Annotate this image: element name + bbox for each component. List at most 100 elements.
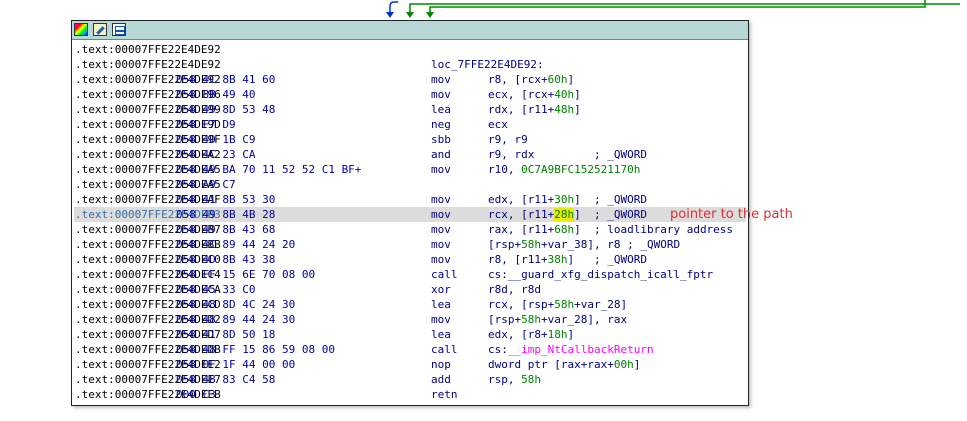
line-operands: r9, rdx ; _QWORD [488, 147, 647, 162]
operand-part: +var_28] [574, 298, 628, 311]
line-mnemonic: mov [431, 88, 451, 101]
line-mnemonic: lea [431, 328, 451, 341]
operand-part: edx, [r8+ [488, 328, 548, 341]
operand-part: ] [567, 328, 575, 341]
operand-part: ecx, [rcx+ [488, 88, 555, 101]
operand-part: ] ; _QWORD [574, 208, 647, 221]
line-operands: ecx, [rcx+40h] [488, 87, 581, 102]
line-bytes: 058 49 8B 4B 28 [176, 208, 276, 221]
operand-part: dword ptr [rax+rax+ [488, 358, 614, 371]
graph-icon[interactable] [112, 23, 126, 36]
operand-part: r8, [r11+ [488, 253, 548, 266]
line-mnemonic: mov [431, 313, 451, 326]
code-line[interactable]: .text:00007FFE22E4DEA5 058 A9 C7 [74, 177, 746, 192]
line-bytes: 058 4D 1B C9 [176, 133, 256, 146]
line-operands: r8d, r8d [488, 282, 541, 297]
code-line[interactable]: .text:00007FFE22E4DEEB 000 C3 retn [74, 387, 746, 402]
code-line[interactable]: .text:00007FFE22E4DED7 058 41 8D 50 18 lea… [74, 327, 746, 342]
operand-part: ] ; loadlibrary address [574, 223, 734, 236]
line-mnemonic: and [431, 148, 451, 161]
line-operands: rcx, [rsp+58h+var_28] [488, 297, 627, 312]
operand-part: r9, rdx ; _QWORD [488, 148, 647, 161]
code-line[interactable]: .text:00007FFE22E4DEA5 058 49 BA 70 11 52… [74, 162, 746, 177]
operand-part: 68h [554, 223, 575, 236]
code-line[interactable]: .text:00007FFE22E4DEC0 058 4D 8B 43 38 mov… [74, 252, 746, 267]
line-mnemonic: mov [431, 208, 451, 221]
operand-part: cs: [488, 343, 508, 356]
code-line[interactable]: .text:00007FFE22E4DEA2 058 4C 23 CA and r9,… [74, 147, 746, 162]
code-line[interactable]: .text:00007FFE22E4DE9F 058 4D 1B C9 sbb r9,… [74, 132, 746, 147]
line-mnemonic: mov [431, 238, 451, 251]
line-bytes: 058 4D 8B 43 38 [176, 253, 276, 266]
operand-part: r9, r9 [488, 133, 528, 146]
operand-part: 18h [547, 328, 568, 341]
operand-part: 30h [554, 193, 575, 206]
operand-part: ] ; _QWORD [574, 193, 647, 206]
operand-part: 48h [554, 103, 575, 116]
code-line[interactable]: .text:00007FFE22E4DECA 058 45 33 C0 xor r8d… [74, 282, 746, 297]
line-operands: r8, [r11+38h] ; _QWORD [488, 252, 647, 267]
code-line[interactable]: .text:00007FFE22E4DEBB 058 4C 89 44 24 20… [74, 237, 746, 252]
line-bytes: 058 45 33 C0 [176, 283, 256, 296]
line-bytes: 058 48 83 C4 58 [176, 373, 276, 386]
line-mnemonic: call [431, 268, 458, 281]
palette-icon[interactable] [74, 23, 88, 36]
operand-part: ] [574, 88, 581, 101]
code-line[interactable]: .text:00007FFE22E4DEB3 058 49 8B 4B 28 mov… [74, 207, 746, 222]
operand-part: +var_38], r8 ; _QWORD [541, 238, 681, 251]
code-line[interactable]: .text:00007FFE22E4DE92 [74, 42, 746, 57]
line-bytes: 058 41 8D 50 18 [176, 328, 276, 341]
code-line[interactable]: .text:00007FFE22E4DE9D 058 F7 D9 neg ecx [74, 117, 746, 132]
code-line[interactable]: .text:00007FFE22E4DEE7 058 48 83 C4 58 add… [74, 372, 746, 387]
operand-part: rcx, [rsp+ [488, 298, 555, 311]
line-mnemonic: mov [431, 253, 451, 266]
operand-part: rdx, [r11+ [488, 103, 555, 116]
code-line[interactable]: .text:00007FFE22E4DEDB 058 48 FF 15 86 59… [74, 342, 746, 357]
code-line[interactable]: .text:00007FFE22E4DEE2 058 0F 1F 44 00 00… [74, 357, 746, 372]
line-operands: rax, [r11+68h] ; loadlibrary address [488, 222, 733, 237]
operand-part: rsp, [488, 373, 522, 386]
operand-part: 38h [547, 253, 568, 266]
operand-part: ] [567, 73, 575, 86]
operand-part: 28h [554, 208, 575, 221]
code-line[interactable]: .text:00007FFE22E4DEC4 058 FF 15 6E 70 08… [74, 267, 746, 282]
disassembly-listing: .text:00007FFE22E4DE92 .text:00007FFE22E4… [74, 42, 746, 402]
line-bytes: 058 49 8B 43 68 [176, 223, 276, 236]
code-line[interactable]: .text:00007FFE22E4DED2 058 48 89 44 24 30… [74, 312, 746, 327]
line-mnemonic: mov [431, 163, 451, 176]
operand-part: r8, [rcx+ [488, 73, 548, 86]
code-line[interactable]: .text:00007FFE22E4DE99 058 49 8D 53 48 lea… [74, 102, 746, 117]
line-mnemonic: lea [431, 298, 451, 311]
operand-part: 60h [547, 73, 568, 86]
line-bytes: 058 0F 1F 44 00 00 [176, 358, 296, 371]
operand-part: r10, [488, 163, 522, 176]
operand-part: 58h [521, 313, 541, 326]
code-line[interactable]: .text:00007FFE22E4DEAF 058 41 8B 53 30 mov… [74, 192, 746, 207]
operand-part: __imp_NtCallbackReturn [507, 343, 654, 356]
line-address: .text:00007FFE22E4DE92 [75, 58, 221, 71]
line-bytes: 058 4C 89 44 24 20 [176, 238, 296, 251]
disassembly-graph-node[interactable]: .text:00007FFE22E4DE92 .text:00007FFE22E4… [71, 20, 749, 406]
operand-part: 58h [554, 298, 575, 311]
code-line[interactable]: .text:00007FFE22E4DECD 058 48 8D 4C 24 30… [74, 297, 746, 312]
line-operands: rcx, [r11+28h] ; _QWORD [488, 207, 647, 222]
operand-part: ] [574, 103, 581, 116]
line-mnemonic: neg [431, 118, 451, 131]
line-operands: ecx [488, 117, 508, 132]
line-bytes: 058 48 8D 4C 24 30 [176, 298, 296, 311]
code-line[interactable]: .text:00007FFE22E4DE92 loc_7FFE22E4DE92: [74, 57, 746, 72]
operand-part: +var_28], rax [541, 313, 628, 326]
code-line[interactable]: .text:00007FFE22E4DE92 058 4C 8B 41 60 mov… [74, 72, 746, 87]
code-line[interactable]: .text:00007FFE22E4DE96 058 8B 49 40 mov ecx… [74, 87, 746, 102]
line-address: .text:00007FFE22E4DE92 [75, 43, 221, 56]
operand-part: r8d, r8d [488, 283, 541, 296]
line-operands: rsp, 58h [488, 372, 541, 387]
line-mnemonic: mov [431, 193, 451, 206]
edit-icon[interactable] [93, 23, 107, 36]
line-mnemonic: retn [431, 388, 458, 401]
line-operands: r10, 0C7A9BFC152521170h [488, 162, 640, 177]
line-operands: [rsp+58h+var_38], r8 ; _QWORD [488, 237, 680, 252]
line-mnemonic: xor [431, 283, 451, 296]
code-line[interactable]: .text:00007FFE22E4DEB7 058 49 8B 43 68 mov… [74, 222, 746, 237]
line-operands: rdx, [r11+48h] [488, 102, 581, 117]
